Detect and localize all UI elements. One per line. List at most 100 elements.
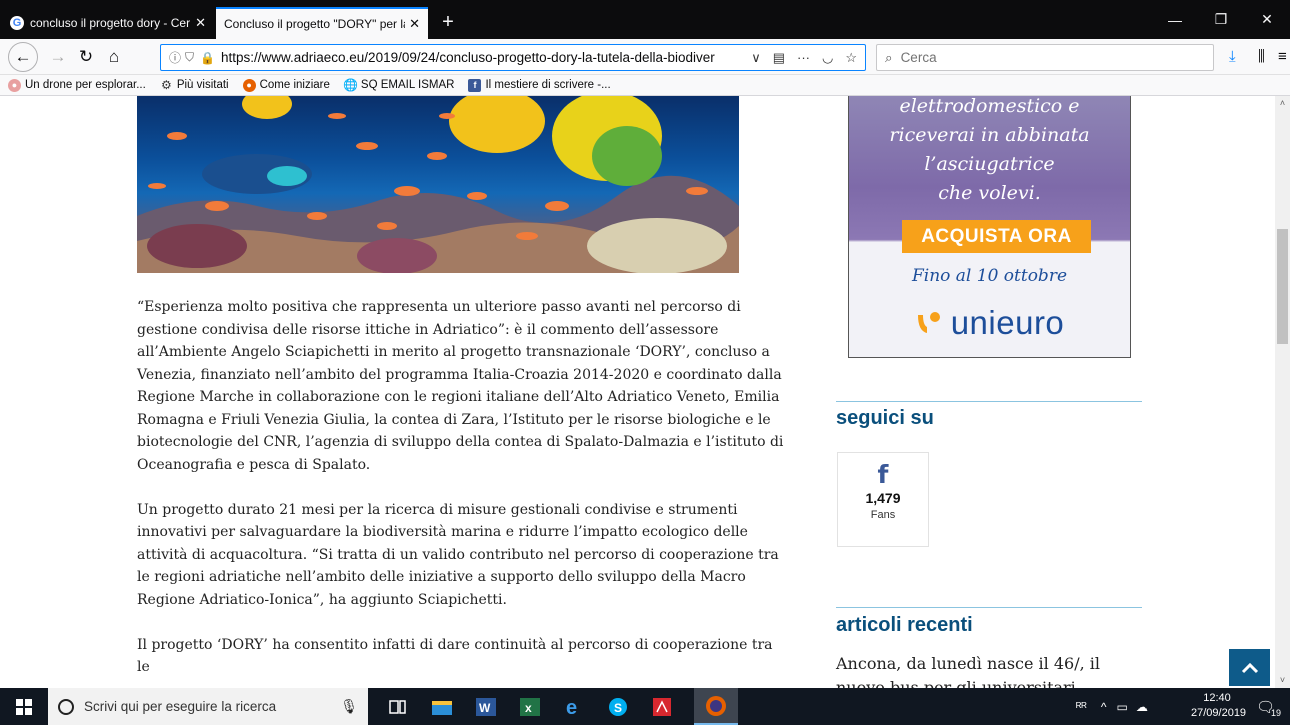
svg-text:x: x <box>525 701 532 715</box>
url-text[interactable]: https://www.adriaeco.eu/2019/09/24/concl… <box>221 50 751 65</box>
home-button[interactable]: ⌂ <box>100 43 128 71</box>
close-icon[interactable]: ✕ <box>195 15 206 31</box>
recent-article-link[interactable]: Ancona, da lunedì nasce il 46/, il nuovo… <box>836 652 1136 688</box>
people-icon[interactable]: ᴿᴿ <box>1076 700 1087 714</box>
page-scrollbar[interactable]: ˄ ˅ <box>1275 96 1290 688</box>
fans-label: Fans <box>870 509 896 521</box>
pocket-icon[interactable]: ◡ <box>822 50 833 66</box>
shield-icon[interactable]: ⛉ <box>185 50 194 65</box>
chevron-down-icon[interactable]: ∨ <box>751 50 761 66</box>
ad-line: l’asciugatrice <box>924 153 1055 175</box>
reload-button[interactable]: ↻ <box>72 43 100 71</box>
edge-icon[interactable]: e <box>552 688 596 725</box>
new-tab-button[interactable]: + <box>436 8 460 36</box>
bookmark-label: Come iniziare <box>259 79 330 91</box>
tab-title: Concluso il progetto "DORY" per la <box>224 17 406 31</box>
buy-now-button[interactable]: ACQUISTA ORA <box>902 220 1091 253</box>
notification-center-icon[interactable]: 🗨 19 <box>1256 688 1281 725</box>
tab-title: concluso il progetto dory - Cer <box>30 16 191 30</box>
gear-icon: ⚙ <box>160 78 172 92</box>
file-explorer-icon[interactable] <box>420 688 464 725</box>
taskbar-search-input[interactable]: Scrivi qui per eseguire la ricerca 🎙 <box>48 688 368 725</box>
facebook-icon: f <box>468 78 482 92</box>
chevron-up-icon <box>1241 662 1258 673</box>
svg-text:W: W <box>479 701 491 715</box>
article-paragraph: “Esperienza molto positiva che rappresen… <box>137 299 784 473</box>
search-placeholder: Cerca <box>900 50 937 65</box>
facebook-icon: f <box>877 460 889 489</box>
unieuro-logo: unieuro <box>849 304 1130 342</box>
article-body: “Esperienza molto positiva che rappresen… <box>137 296 785 688</box>
recent-articles-title: articoli recenti <box>836 614 973 636</box>
scroll-to-top-button[interactable] <box>1229 649 1270 686</box>
url-bar[interactable]: ⓘ ⛉ 🔒 https://www.adriaeco.eu/2019/09/24… <box>160 44 866 71</box>
ad-text: elettrodomestico e riceverai in abbinata… <box>849 96 1130 208</box>
firefox-taskbar-icon[interactable] <box>694 688 738 725</box>
bookmark-star-icon[interactable]: ☆ <box>845 50 857 66</box>
info-icon[interactable]: ⓘ <box>169 49 181 66</box>
more-actions-icon[interactable]: ··· <box>797 50 810 66</box>
restore-icon[interactable]: ❐ <box>1198 0 1244 39</box>
bookmark-most-visited[interactable]: ⚙ Più visitati <box>160 78 229 92</box>
web-page: “Esperienza molto positiva che rappresen… <box>0 96 1275 688</box>
search-input[interactable]: ⌕ Cerca <box>876 44 1214 71</box>
ad-line: che volevi. <box>938 182 1041 204</box>
tab-article[interactable]: Concluso il progetto "DORY" per la ✕ <box>216 7 428 39</box>
bookmark-drone[interactable]: ● Un drone per esplorar... <box>8 78 146 92</box>
library-icon[interactable]: ⫼ <box>1258 48 1265 65</box>
close-icon[interactable]: ✕ <box>409 16 420 32</box>
menu-icon[interactable]: ≡ <box>1278 48 1287 65</box>
svg-text:S: S <box>614 701 622 715</box>
scroll-down-arrow[interactable]: ˅ <box>1275 673 1290 688</box>
bookmark-getting-started[interactable]: ● Come iniziare <box>242 78 330 92</box>
cloud-icon[interactable]: ☁ <box>1136 700 1148 714</box>
scroll-up-arrow[interactable]: ˄ <box>1275 96 1290 111</box>
coral-reef-image <box>137 96 739 273</box>
unieuro-ad[interactable]: elettrodomestico e riceverai in abbinata… <box>848 96 1131 358</box>
bookmark-sq-email[interactable]: 🌐 SQ EMAIL ISMAR <box>343 78 454 92</box>
minimize-icon[interactable]: — <box>1152 0 1198 39</box>
ad-line: elettrodomestico e <box>899 96 1080 117</box>
firefox-icon: ● <box>242 78 256 92</box>
close-window-icon[interactable]: ✕ <box>1244 0 1290 39</box>
brand-name: unieuro <box>950 304 1065 341</box>
fans-count: 1,479 <box>865 490 901 506</box>
drone-site-icon: ● <box>8 78 21 92</box>
back-button[interactable]: ← <box>8 42 38 72</box>
start-button[interactable] <box>0 688 48 725</box>
divider <box>836 607 1142 608</box>
system-clock[interactable]: 12:40 27/09/2019 <box>1191 691 1247 721</box>
chevron-up-icon[interactable]: ^ <box>1101 700 1107 714</box>
windows-taskbar: Scrivi qui per eseguire la ricerca 🎙 W x… <box>0 688 1290 725</box>
article-paragraph: Il progetto ‘DORY’ ha consentito infatti… <box>137 636 773 676</box>
lock-icon[interactable]: 🔒 <box>200 51 215 65</box>
article-paragraph: Un progetto durato 21 mesi per la ricerc… <box>137 501 779 608</box>
word-icon[interactable]: W <box>464 688 508 725</box>
svg-text:e: e <box>566 697 577 717</box>
windows-logo-icon <box>16 698 32 715</box>
tab-google-search[interactable]: G concluso il progetto dory - Cer ✕ <box>2 7 214 39</box>
forward-button[interactable]: → <box>44 43 72 71</box>
battery-icon[interactable]: ▭ <box>1116 700 1127 714</box>
system-tray: ᴿᴿ ^ ▭ ☁ <box>1076 688 1148 725</box>
follow-title: seguici su <box>836 407 934 429</box>
excel-icon[interactable]: x <box>508 688 552 725</box>
ad-date: Fino al 10 ottobre <box>911 266 1068 286</box>
bookmark-mestiere[interactable]: f Il mestiere di scrivere -... <box>468 78 611 92</box>
ad-line: riceverai in abbinata <box>889 124 1090 146</box>
bookmark-label: Un drone per esplorar... <box>25 79 146 91</box>
scroll-thumb[interactable] <box>1277 229 1288 344</box>
acrobat-icon[interactable] <box>640 688 684 725</box>
cortana-icon <box>58 698 74 715</box>
task-view-icon[interactable] <box>376 688 420 725</box>
clock-date: 27/09/2019 <box>1191 707 1247 719</box>
reader-view-icon[interactable]: ▤ <box>773 50 785 66</box>
skype-icon[interactable]: S <box>596 688 640 725</box>
microphone-icon[interactable]: 🎙 <box>340 698 358 715</box>
download-icon[interactable]: ⤓ <box>1229 48 1236 65</box>
navigation-bar: ← → ↻ ⌂ ⓘ ⛉ 🔒 https://www.adriaeco.eu/20… <box>0 39 1290 75</box>
google-icon: G <box>10 16 24 30</box>
bookmark-label: Più visitati <box>176 79 229 91</box>
facebook-widget[interactable]: f 1,479 Fans <box>837 452 929 547</box>
bookmarks-toolbar: ● Un drone per esplorar... ⚙ Più visitat… <box>0 75 1290 96</box>
